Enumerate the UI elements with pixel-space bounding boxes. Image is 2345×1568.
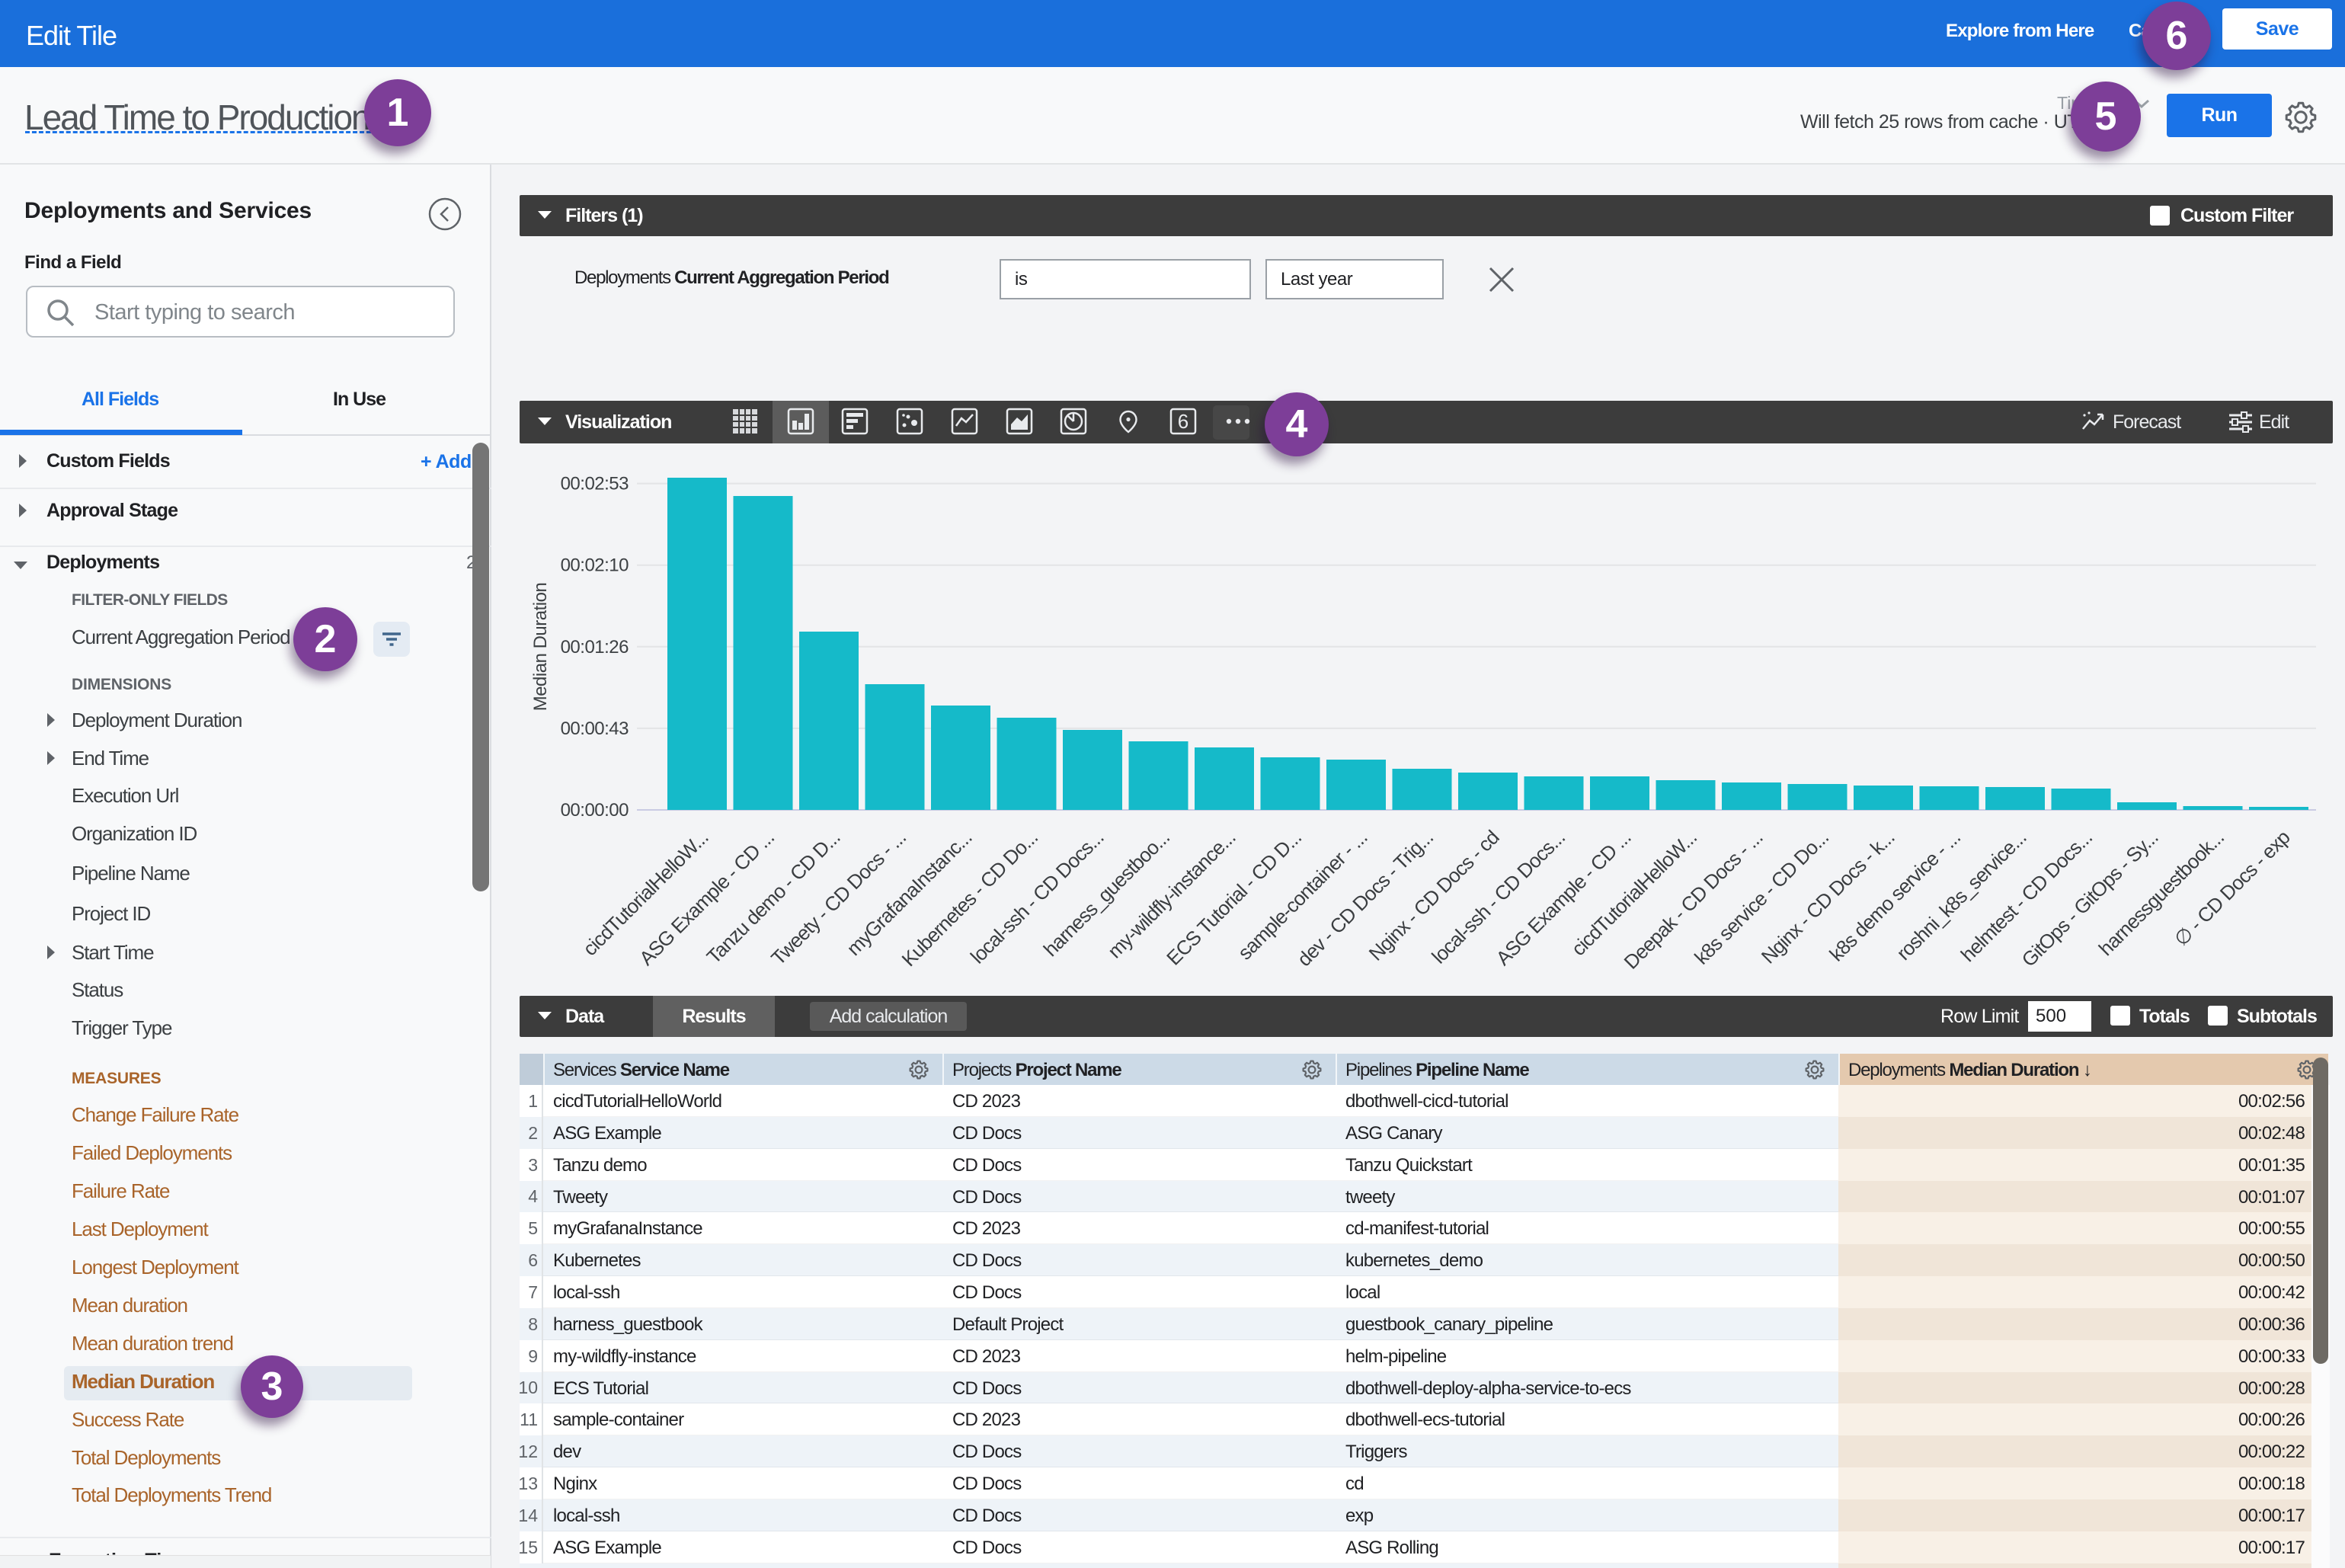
svg-text:6: 6 xyxy=(1178,410,1188,433)
svg-text:Nginx - CD Docs - cd: Nginx - CD Docs - cd xyxy=(1364,826,1504,965)
svg-text:roshni_k8s_service...: roshni_k8s_service... xyxy=(1892,826,2030,965)
svg-text:my-wildfly-instance...: my-wildfly-instance... xyxy=(1103,826,1240,962)
svg-text:cicdTutorialHelloW...: cicdTutorialHelloW... xyxy=(1567,826,1701,960)
svg-text:Median Duration: Median Duration xyxy=(530,583,551,712)
svg-text:00:02:53: 00:02:53 xyxy=(561,474,629,494)
svg-text:00:00:00: 00:00:00 xyxy=(561,800,629,821)
svg-text:00:00:43: 00:00:43 xyxy=(561,718,629,739)
svg-text:myGrafanaInstanc...: myGrafanaInstanc... xyxy=(842,826,976,960)
svg-text:00:01:26: 00:01:26 xyxy=(561,637,629,658)
svg-text:harness_guestboo...: harness_guestboo... xyxy=(1039,826,1174,961)
svg-text:00:02:10: 00:02:10 xyxy=(561,555,629,576)
svg-text:∅ - CD Docs - exp: ∅ - CD Docs - exp xyxy=(2170,826,2295,951)
svg-text:cicdTutorialHelloW...: cicdTutorialHelloW... xyxy=(578,826,712,960)
svg-text:harnessguestbook...: harnessguestbook... xyxy=(2094,826,2228,960)
svg-text:sample-container - ...: sample-container - ... xyxy=(1233,826,1371,964)
